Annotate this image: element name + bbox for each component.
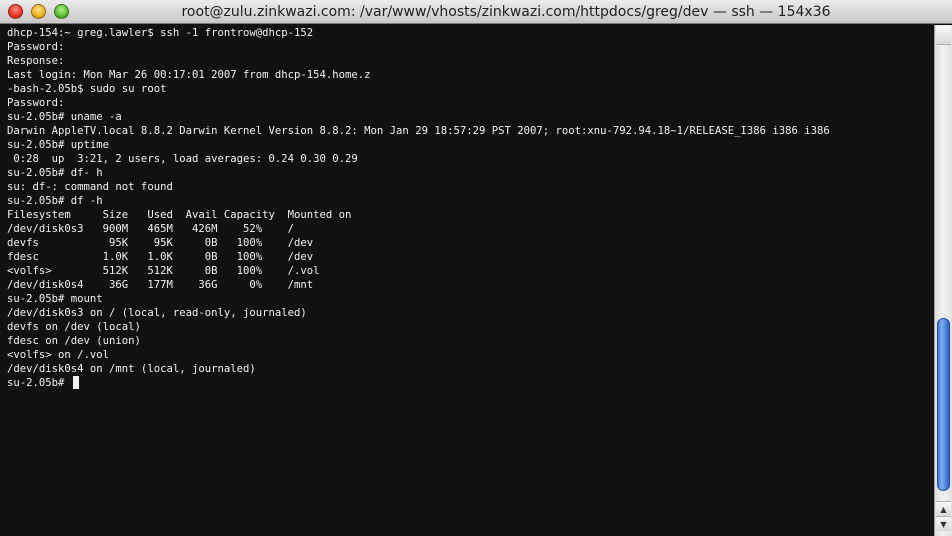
terminal-line: /dev/disk0s4 on /mnt (local, journaled) xyxy=(7,362,830,376)
terminal-line-text: su-2.05b# mount xyxy=(7,293,103,305)
terminal-line: su-2.05b# mount xyxy=(7,292,830,306)
terminal-line-text: /dev/disk0s3 900M 465M 426M 52% / xyxy=(7,223,295,235)
scroll-up-arrow-icon: ▲ xyxy=(940,505,947,514)
minimize-button[interactable] xyxy=(31,4,46,19)
minimize-icon xyxy=(32,5,45,18)
scroll-down-arrow-icon: ▼ xyxy=(940,520,947,529)
terminal-line-text: -bash-2.05b$ sudo su root xyxy=(7,83,167,95)
terminal-line: Response: xyxy=(7,54,830,68)
terminal-line: su-2.05b# df -h xyxy=(7,194,830,208)
close-button[interactable] xyxy=(8,4,23,19)
terminal-line: Darwin AppleTV.local 8.8.2 Darwin Kernel… xyxy=(7,124,830,138)
terminal-line: Password: xyxy=(7,40,830,54)
terminal-line-text: su-2.05b# uptime xyxy=(7,139,110,151)
terminal-line: su-2.05b# df- h xyxy=(7,166,830,180)
terminal-cursor xyxy=(72,376,79,389)
terminal-line-text: su-2.05b# uname -a xyxy=(7,111,122,123)
terminal-window: root@zulu.zinkwazi.com: /var/www/vhosts/… xyxy=(0,0,952,536)
terminal-line: <volfs> 512K 512K 0B 100% /.vol xyxy=(7,264,830,278)
window-title: root@zulu.zinkwazi.com: /var/www/vhosts/… xyxy=(181,4,831,20)
terminal-line-text: Darwin AppleTV.local 8.8.2 Darwin Kernel… xyxy=(7,125,830,137)
terminal-line: su-2.05b# uname -a xyxy=(7,110,830,124)
terminal-line-text: dhcp-154:~ greg.lawler$ ssh -1 frontrow@… xyxy=(7,27,314,39)
terminal-line: Password: xyxy=(7,96,830,110)
terminal-lines: dhcp-154:~ greg.lawler$ ssh -1 frontrow@… xyxy=(7,26,830,390)
terminal-line-text: Password: xyxy=(7,41,65,53)
terminal-line: su-2.05b# uptime xyxy=(7,138,830,152)
terminal-line-text: <volfs> on /.vol xyxy=(7,349,110,361)
scroll-up-button[interactable]: ▲ xyxy=(936,501,951,516)
terminal-line-text: Last login: Mon Mar 26 00:17:01 2007 fro… xyxy=(7,69,371,81)
terminal-line-text: fdesc on /dev (union) xyxy=(7,335,141,347)
scrollbar-thumb[interactable] xyxy=(937,318,950,491)
terminal-line-text: Password: xyxy=(7,97,65,109)
terminal-line-text: Filesystem Size Used Avail Capacity Moun… xyxy=(7,209,352,221)
terminal-line-text: su-2.05b# xyxy=(7,377,71,389)
terminal-line-text: fdesc 1.0K 1.0K 0B 100% /dev xyxy=(7,251,314,263)
close-icon xyxy=(9,5,22,18)
terminal-line-text: devfs on /dev (local) xyxy=(7,321,141,333)
title-bar[interactable]: root@zulu.zinkwazi.com: /var/www/vhosts/… xyxy=(0,0,952,24)
terminal-line-text: /dev/disk0s4 on /mnt (local, journaled) xyxy=(7,363,256,375)
terminal-line: fdesc 1.0K 1.0K 0B 100% /dev xyxy=(7,250,830,264)
terminal-line: dhcp-154:~ greg.lawler$ ssh -1 frontrow@… xyxy=(7,26,830,40)
terminal-line-text: <volfs> 512K 512K 0B 100% /.vol xyxy=(7,265,320,277)
terminal-line-text: /dev/disk0s3 on / (local, read-only, jou… xyxy=(7,307,307,319)
scroll-down-button[interactable]: ▼ xyxy=(936,516,951,531)
terminal-line-text: devfs 95K 95K 0B 100% /dev xyxy=(7,237,314,249)
terminal-line: -bash-2.05b$ sudo su root xyxy=(7,82,830,96)
terminal-line: /dev/disk0s3 900M 465M 426M 52% / xyxy=(7,222,830,236)
terminal-line: su: df-: command not found xyxy=(7,180,830,194)
terminal-line-text: su: df-: command not found xyxy=(7,181,173,193)
terminal-line: su-2.05b# xyxy=(7,376,830,390)
terminal-line: 0:28 up 3:21, 2 users, load averages: 0.… xyxy=(7,152,830,166)
terminal-line: fdesc on /dev (union) xyxy=(7,334,830,348)
terminal-line-text: Response: xyxy=(7,55,65,67)
terminal-line: /dev/disk0s3 on / (local, read-only, jou… xyxy=(7,306,830,320)
resize-grip-icon[interactable] xyxy=(936,531,951,536)
terminal-line-text: /dev/disk0s4 36G 177M 36G 0% /mnt xyxy=(7,279,314,291)
terminal-line: /dev/disk0s4 36G 177M 36G 0% /mnt xyxy=(7,278,830,292)
zoom-icon xyxy=(55,5,68,18)
scrollbar-top-cap xyxy=(936,26,951,45)
terminal-line-text: su-2.05b# df- h xyxy=(7,167,103,179)
terminal-line-text: su-2.05b# df -h xyxy=(7,195,103,207)
terminal-output[interactable]: dhcp-154:~ greg.lawler$ ssh -1 frontrow@… xyxy=(0,25,934,536)
terminal-line: Filesystem Size Used Avail Capacity Moun… xyxy=(7,208,830,222)
terminal-line: devfs 95K 95K 0B 100% /dev xyxy=(7,236,830,250)
terminal-line-text: 0:28 up 3:21, 2 users, load averages: 0.… xyxy=(7,153,358,165)
vertical-scrollbar[interactable]: ▲ ▼ xyxy=(934,25,952,536)
terminal-line: <volfs> on /.vol xyxy=(7,348,830,362)
zoom-button[interactable] xyxy=(54,4,69,19)
terminal-line: devfs on /dev (local) xyxy=(7,320,830,334)
terminal-line: Last login: Mon Mar 26 00:17:01 2007 fro… xyxy=(7,68,830,82)
